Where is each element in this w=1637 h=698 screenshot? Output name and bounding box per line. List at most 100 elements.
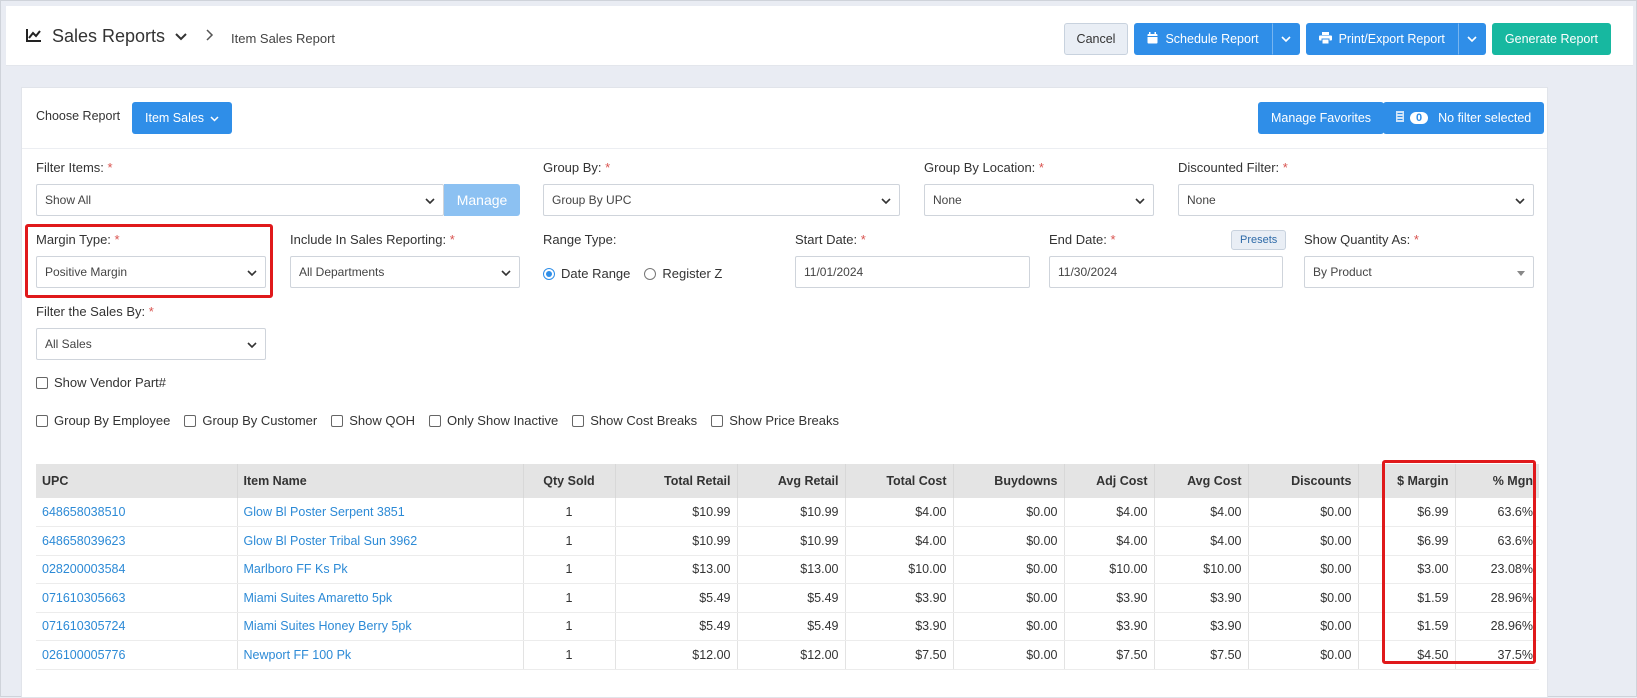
margin-type-select[interactable]: Positive Margin [36, 256, 266, 288]
show-cost-breaks-checkbox[interactable]: Show Cost Breaks [572, 413, 697, 428]
printer-icon [1318, 31, 1332, 47]
generate-report-button[interactable]: Generate Report [1491, 23, 1611, 55]
chevron-down-icon[interactable] [175, 29, 187, 44]
table-cell: $4.00 [845, 526, 954, 556]
report-type-label: Item Sales [145, 111, 205, 125]
options-row: Group By Employee Group By Customer Show… [36, 413, 839, 428]
table-row[interactable]: 026100005776 Newport FF 100 Pk 1 $12.00 $12.… [36, 640, 1539, 670]
checkbox-icon [36, 414, 48, 427]
chevron-down-icon [210, 111, 219, 125]
col-total-retail[interactable]: Total Retail [615, 464, 738, 498]
upc-link[interactable]: 071610305724 [42, 619, 125, 633]
table-cell: $7.50 [845, 640, 954, 670]
table-cell: 1 [523, 583, 616, 613]
brand[interactable]: Sales Reports [26, 26, 187, 47]
item-name-link[interactable]: Miami Suites Amaretto 5pk [244, 591, 393, 605]
col-qty-sold[interactable]: Qty Sold [523, 464, 616, 498]
item-name-link[interactable]: Glow Bl Poster Serpent 3851 [244, 505, 405, 519]
item-name-link[interactable]: Marlboro FF Ks Pk [244, 562, 348, 576]
chevron-right-icon [206, 28, 214, 44]
table-cell: $13.00 [615, 555, 738, 584]
include-sales-select[interactable]: All Departments [290, 256, 520, 288]
upc-link[interactable]: 071610305663 [42, 591, 125, 605]
filter-sales-select[interactable]: All Sales [36, 328, 266, 360]
range-register-option[interactable]: Register Z [644, 266, 722, 281]
table-cell: $13.00 [737, 555, 846, 584]
show-quantity-select[interactable]: By Product [1304, 256, 1534, 288]
manage-favorites-button[interactable]: Manage Favorites [1258, 102, 1385, 134]
col-item-name[interactable]: Item Name [237, 464, 524, 498]
table-cell: $10.00 [1064, 555, 1155, 584]
col-upc[interactable]: UPC [36, 464, 238, 498]
print-export-label: Print/Export Report [1338, 32, 1445, 46]
end-date-input[interactable]: 11/30/2024 [1049, 256, 1283, 288]
item-name-link[interactable]: Newport FF 100 Pk [244, 648, 352, 662]
table-cell: $0.00 [953, 498, 1065, 527]
table-cell: $7.50 [1154, 640, 1249, 670]
show-price-breaks-checkbox[interactable]: Show Price Breaks [711, 413, 839, 428]
col-adj-cost[interactable]: Adj Cost [1064, 464, 1155, 498]
schedule-report-button[interactable]: Schedule Report [1134, 23, 1272, 55]
table-cell: $3.90 [1154, 583, 1249, 613]
filter-items-select[interactable]: Show All [36, 184, 444, 216]
table-cell: $4.00 [1154, 498, 1249, 527]
table-cell: $0.00 [1248, 640, 1359, 670]
table-cell: Marlboro FF Ks Pk [237, 555, 524, 584]
table-cell: $10.00 [1154, 555, 1249, 584]
table-row[interactable]: 648658038510 Glow Bl Poster Serpent 3851 1… [36, 498, 1539, 527]
table-cell: $3.90 [1064, 612, 1155, 641]
presets-button[interactable]: Presets [1231, 230, 1287, 250]
col-total-cost[interactable]: Total Cost [845, 464, 954, 498]
upc-link[interactable]: 648658039623 [42, 534, 125, 548]
chevron-down-icon [1135, 193, 1145, 207]
item-name-link[interactable]: Miami Suites Honey Berry 5pk [244, 619, 412, 633]
table-row[interactable]: 071610305724 Miami Suites Honey Berry 5pk… [36, 612, 1539, 641]
show-qoh-checkbox[interactable]: Show QOH [331, 413, 415, 428]
cancel-button[interactable]: Cancel [1063, 23, 1129, 55]
table-row[interactable]: 028200003584 Marlboro FF Ks Pk 1 $13.00 $13.… [36, 555, 1539, 584]
upc-link[interactable]: 648658038510 [42, 505, 125, 519]
table-cell: $4.00 [1154, 526, 1249, 556]
schedule-dropdown-button[interactable] [1271, 23, 1300, 55]
group-by-location-select[interactable]: None [924, 184, 1154, 216]
report-panel: Choose Report Item Sales Manage Favorite… [21, 87, 1548, 698]
group-by-select[interactable]: Group By UPC [543, 184, 900, 216]
table-cell: $0.00 [1248, 583, 1359, 613]
caret-down-icon [1517, 265, 1525, 279]
print-export-button[interactable]: Print/Export Report [1305, 23, 1458, 55]
table-cell: $4.00 [1064, 498, 1155, 527]
table-row[interactable]: 071610305663 Miami Suites Amaretto 5pk 1 $5… [36, 583, 1539, 613]
filter-button[interactable]: 0 No filter selected [1383, 102, 1545, 134]
group-by-employee-checkbox[interactable]: Group By Employee [36, 413, 170, 428]
discounted-filter-value: None [1187, 193, 1216, 207]
show-vendor-part-checkbox[interactable]: Show Vendor Part# [36, 375, 166, 390]
table-row[interactable]: 648658039623 Glow Bl Poster Tribal Sun 39… [36, 526, 1539, 556]
checkbox-icon [711, 414, 724, 427]
table-cell: 1 [523, 498, 616, 527]
start-date-input[interactable]: 11/01/2024 [795, 256, 1030, 288]
table-cell: 071610305663 [36, 583, 238, 613]
schedule-report-label: Schedule Report [1165, 32, 1259, 46]
col-discounts[interactable]: Discounts [1248, 464, 1359, 498]
discounted-filter-select[interactable]: None [1178, 184, 1534, 216]
table-cell: $12.00 [615, 640, 738, 670]
item-name-link[interactable]: Glow Bl Poster Tribal Sun 3962 [244, 534, 418, 548]
col-avg-retail[interactable]: Avg Retail [737, 464, 846, 498]
print-dropdown-button[interactable] [1457, 23, 1486, 55]
upc-link[interactable]: 028200003584 [42, 562, 125, 576]
manage-button[interactable]: Manage [444, 184, 520, 216]
col-buydowns[interactable]: Buydowns [953, 464, 1065, 498]
chevron-down-icon [425, 193, 435, 207]
report-type-dropdown[interactable]: Item Sales [132, 102, 233, 134]
only-show-inactive-checkbox[interactable]: Only Show Inactive [428, 413, 558, 428]
choose-report-label: Choose Report [36, 109, 121, 123]
checkbox-icon [331, 414, 344, 427]
group-by-customer-checkbox[interactable]: Group By Customer [184, 413, 317, 428]
col-avg-cost[interactable]: Avg Cost [1154, 464, 1249, 498]
table-cell: 648658039623 [36, 526, 238, 556]
header-actions: Cancel Schedule Report Print/Export Repo… [1063, 23, 1611, 55]
range-date-option[interactable]: Date Range [543, 266, 630, 281]
table-cell: $10.99 [737, 498, 846, 527]
upc-link[interactable]: 026100005776 [42, 648, 125, 662]
vendor-part-row: Show Vendor Part# [36, 375, 166, 390]
